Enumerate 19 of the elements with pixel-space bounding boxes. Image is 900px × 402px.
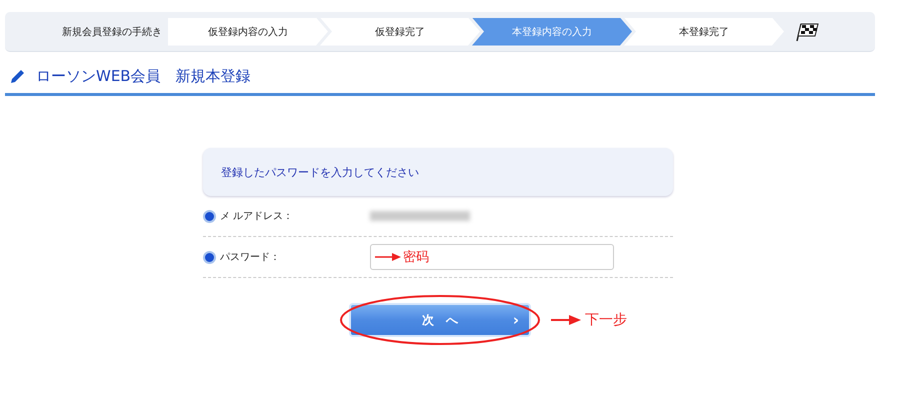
page-heading: ローソンWEB会員 新規本登録 (36, 67, 251, 86)
step: 仮登録完了 (320, 18, 480, 46)
step: 仮登録内容の入力 (168, 18, 328, 46)
annotation-text: 密码 (403, 249, 429, 266)
field-label: メ ルアドレス： (220, 210, 294, 223)
checkered-flag-icon (794, 22, 820, 42)
pencil-icon (8, 68, 26, 86)
next-button[interactable]: 次 へ › (349, 303, 531, 337)
arrow-icon (375, 253, 401, 261)
instruction-text: 登録したパスワードを入力してください (221, 164, 419, 180)
field-label: パスワード： (220, 251, 281, 264)
step: 本登録内容の入力 (472, 18, 632, 46)
radio-button[interactable] (203, 210, 216, 222)
password-field[interactable]: 密码 (370, 244, 614, 270)
steps-label: 新規会員登録の手続き (61, 26, 163, 38)
annotation-text: 下一步 (585, 311, 627, 329)
radio-button[interactable] (203, 250, 216, 264)
step: 本登録完了 (624, 18, 784, 46)
arrow-icon (551, 315, 581, 325)
